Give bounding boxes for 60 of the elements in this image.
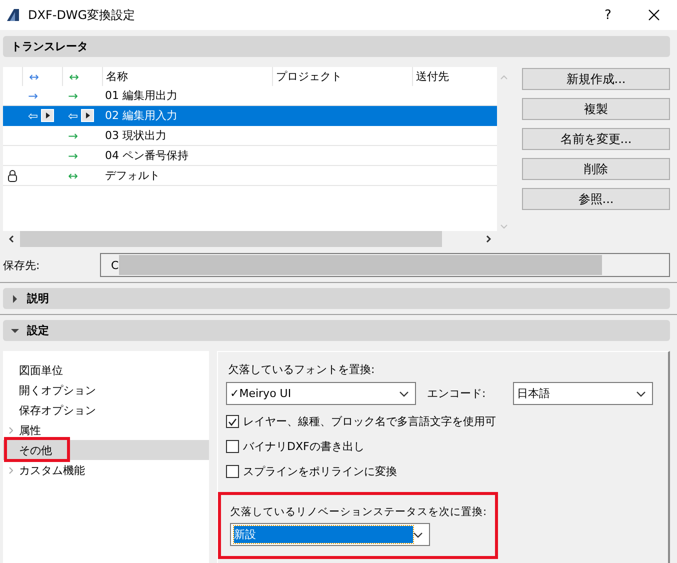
chevron-right-icon (9, 466, 13, 474)
checkbox[interactable] (226, 440, 239, 453)
scroll-right-icon[interactable] (486, 234, 491, 242)
arrow-icon: → (68, 150, 78, 162)
action-button[interactable]: 削除 (522, 158, 670, 180)
play-button[interactable] (41, 109, 54, 122)
list-item[interactable]: カスタム機能 (3, 460, 209, 480)
highlight-frame (4, 437, 70, 462)
list-item[interactable]: 開くオプション (3, 380, 209, 400)
font-dropdown[interactable]: ✓Meiryo UI (226, 382, 416, 405)
arrow-icon: → (68, 130, 78, 142)
action-button[interactable]: 名前を変更... (522, 128, 670, 150)
encoding-dropdown[interactable]: 日本語 (513, 382, 653, 405)
arrow-icon: ↔ (68, 170, 78, 182)
chevron-down-icon (413, 532, 423, 538)
field-label: エンコード: (427, 386, 487, 401)
window-title: DXF-DWG変換設定 (28, 6, 136, 24)
checkbox-option[interactable]: レイヤー、線種、ブロック名で多言語文字を使用可 (226, 413, 668, 430)
checkbox[interactable] (226, 465, 239, 478)
table-cell-text: 01 編集用出力 (104, 88, 178, 104)
checkbox-option[interactable]: スプラインをポリラインに変換 (226, 463, 668, 480)
app-logo-icon (6, 8, 20, 22)
field-label: 保存先: (3, 258, 41, 272)
action-button[interactable]: 参照... (522, 188, 670, 210)
revision-dropdown[interactable]: 新設 (230, 523, 430, 546)
chevron-down-icon (636, 390, 646, 396)
table-cell-text: 03 現状出力 (104, 128, 168, 144)
field-label: 欠落しているリノベーションステータスを次に置換: (230, 505, 487, 519)
table-row[interactable]: ⇦ ⇦ 02 編集用入力 (3, 106, 497, 126)
arrow-icon: ⇦ (68, 110, 78, 122)
action-button[interactable]: 複製 (522, 98, 670, 120)
path-field[interactable]: C (100, 253, 670, 277)
section-title: 説明 (27, 291, 49, 306)
section-title: 設定 (27, 323, 49, 338)
arrow-icon: → (68, 90, 78, 102)
section-header[interactable]: 設定 (3, 320, 670, 341)
arrow-icon: → (28, 90, 38, 102)
arrow-icon: ⇦ (28, 110, 38, 122)
table-cell-text: デフォルト (104, 168, 161, 184)
table-cell-text: 02 編集用入力 (104, 108, 178, 124)
list-item[interactable]: その他 (3, 440, 209, 460)
list-item[interactable]: 保存オプション (3, 400, 209, 420)
action-button[interactable]: 新規作成... (522, 68, 670, 90)
chevron-down-icon (399, 390, 409, 396)
scrollbar-thumb[interactable] (20, 231, 442, 247)
field-label: 欠落しているフォントを置換: (228, 362, 376, 377)
checkbox[interactable] (226, 415, 239, 428)
list-item[interactable]: 図面単位 (3, 360, 209, 380)
list-item[interactable]: 属性 (3, 420, 209, 440)
help-button[interactable]: ? (585, 8, 631, 22)
close-icon (648, 9, 660, 21)
scroll-left-icon[interactable] (9, 235, 14, 243)
checkbox-option[interactable]: バイナリDXFの書き出し (226, 438, 668, 455)
chevron-right-icon (9, 426, 13, 434)
arrow-icon: ↔ (69, 70, 80, 82)
arrow-icon: ↔ (29, 70, 40, 82)
table-cell-text: 04 ペン番号保持 (104, 148, 190, 164)
section-header: トランスレータ (3, 36, 670, 57)
play-button[interactable] (81, 109, 94, 122)
section-header[interactable]: 説明 (3, 288, 670, 309)
